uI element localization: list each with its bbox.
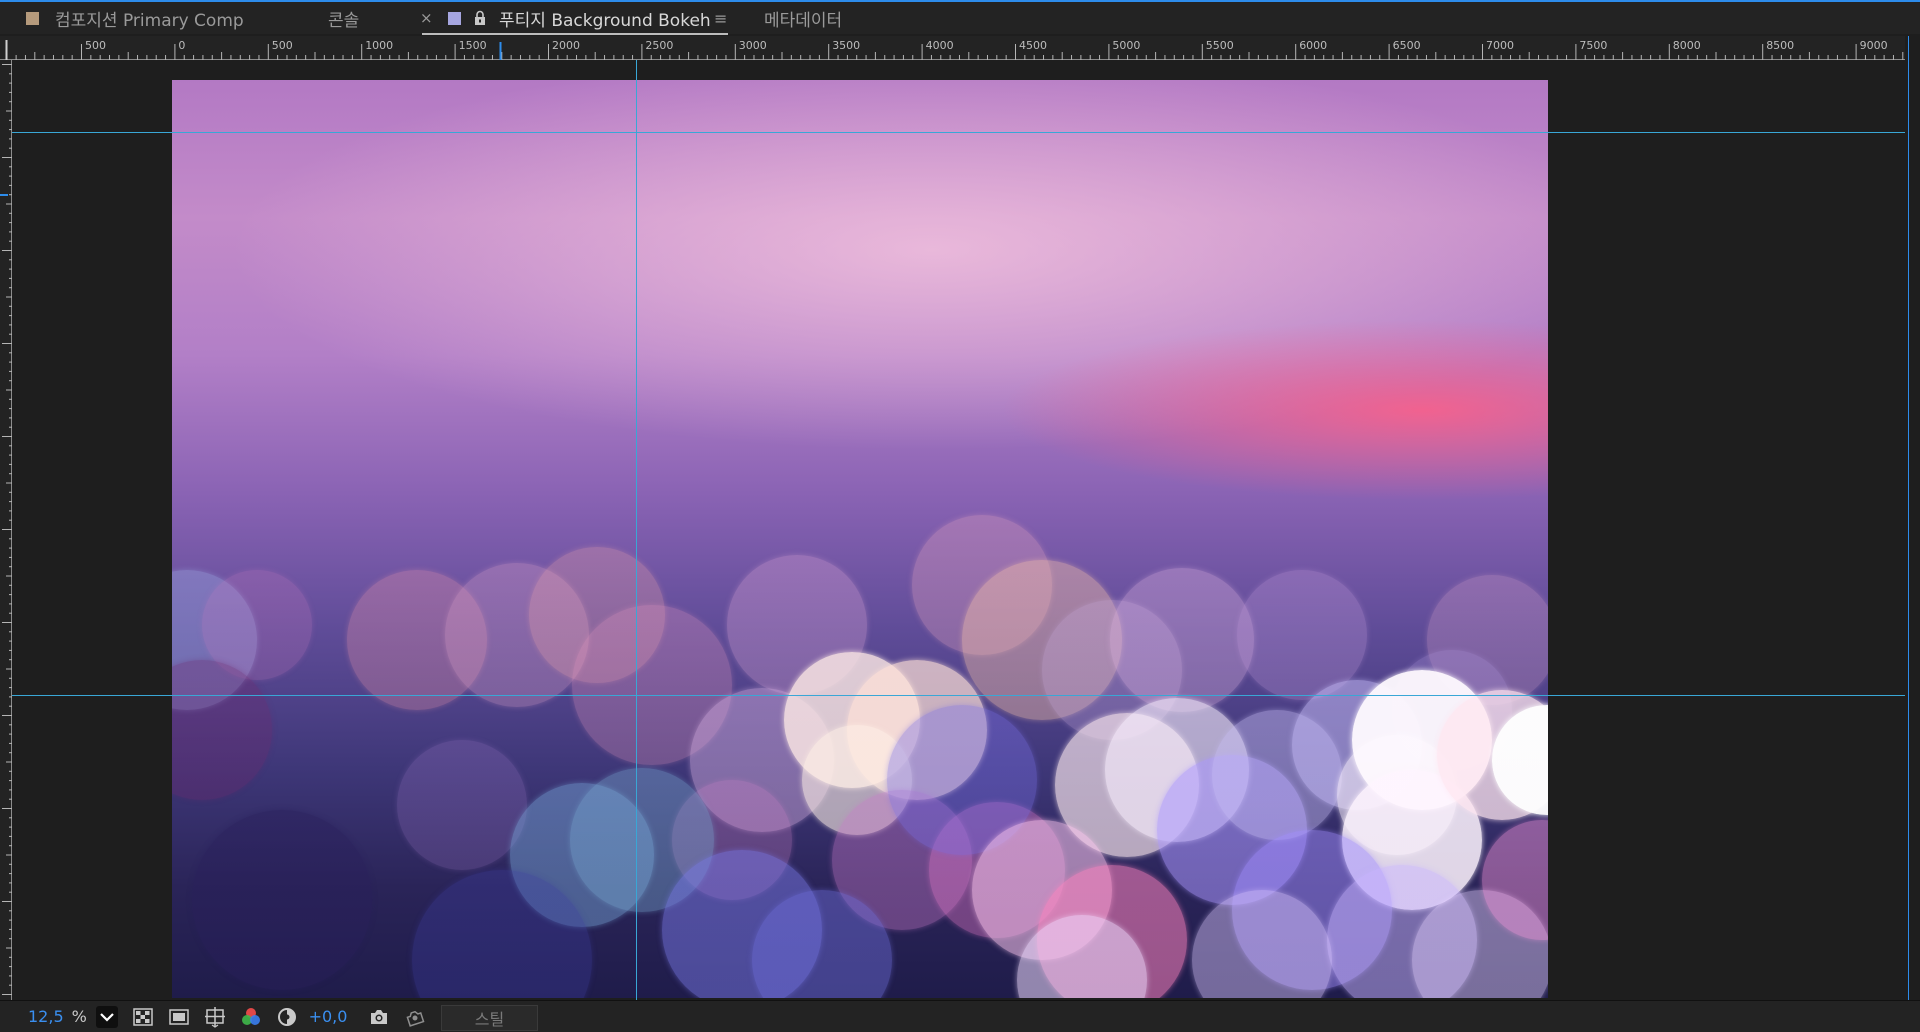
footage-color-swatch (448, 11, 461, 25)
ruler-label: 8500 (1766, 39, 1794, 52)
still-label: 스틸 (474, 1010, 505, 1029)
zoom-control[interactable]: 12,5 % (28, 1001, 87, 1032)
bokeh-light (192, 810, 372, 990)
horizontal-ruler[interactable]: 500 0 500 1000 1500 2000 2500 3000 3500 4000 4500 5… (0, 36, 1905, 60)
ruler-label: 2500 (645, 39, 673, 52)
exposure-value[interactable]: +0,0 (309, 1007, 348, 1026)
ruler-label: 5000 (1112, 39, 1140, 52)
ruler-label: 3000 (739, 39, 767, 52)
ruler-label: 0 (178, 39, 185, 52)
zoom-value[interactable]: 12,5 (28, 1007, 64, 1026)
tab-footage-background-bokeh[interactable]: 푸티지 Background Bokeh (448, 2, 711, 34)
ruler-label: 2000 (552, 39, 580, 52)
panel-menu-button[interactable]: ≡ (714, 2, 727, 34)
scroll-track (1908, 36, 1909, 1000)
bokeh-light (397, 740, 527, 870)
ruler-label: 4500 (1019, 39, 1047, 52)
tab-footage-label: 푸티지 Background Bokeh (499, 10, 711, 31)
grid-guides-button[interactable] (202, 1001, 228, 1032)
ruler-label: 7500 (1579, 39, 1607, 52)
camera-icon (368, 1006, 390, 1028)
reset-exposure-icon (276, 1006, 298, 1028)
grid-icon (204, 1006, 226, 1028)
viewer-right-scrollbar[interactable] (1905, 36, 1920, 1000)
tab-primary-comp[interactable]: 컴포지션 Primary Comp (26, 2, 244, 34)
transparency-grid-button[interactable] (130, 1001, 156, 1032)
bokeh-light (172, 660, 272, 800)
tab-metadata-label: 메타데이터 (764, 10, 843, 31)
footage-viewer[interactable] (12, 60, 1905, 1000)
ruler-label: 5500 (1206, 39, 1234, 52)
ruler-label: 1500 (459, 39, 487, 52)
show-snapshot-button[interactable] (402, 1001, 428, 1032)
lock-icon[interactable] (473, 10, 487, 26)
ruler-label: 4000 (926, 39, 954, 52)
ruler-label: 6000 (1299, 39, 1327, 52)
footage-image-background-bokeh (172, 80, 1548, 998)
tab-primary-comp-label: 컴포지션 Primary Comp (55, 10, 244, 31)
chevron-down-icon (96, 1005, 118, 1028)
close-icon: × (420, 9, 433, 27)
ruler-label: 9000 (1860, 39, 1888, 52)
ruler-label: 500 (272, 39, 293, 52)
guide-vertical[interactable] (636, 60, 637, 1000)
show-channel-button[interactable] (238, 1001, 264, 1032)
guide-horizontal-top[interactable] (12, 132, 1905, 133)
tab-metadata[interactable]: 메타데이터 (764, 2, 842, 34)
ruler-label: 7000 (1486, 39, 1514, 52)
guide-horizontal-bottom[interactable] (12, 695, 1905, 696)
ruler-label: 3500 (832, 39, 860, 52)
comp-color-swatch (26, 11, 39, 25)
active-tab-underline (422, 33, 728, 35)
panel-tab-bar: 컴포지션 Primary Comp 콘솔 × 푸티지 Background Bo… (0, 2, 1920, 35)
tab-console-label: 콘솔 (328, 10, 360, 31)
tab-close-button[interactable]: × (420, 2, 433, 34)
tab-console[interactable]: 콘솔 (328, 2, 359, 34)
exposure-control[interactable]: +0,0 (308, 1001, 348, 1032)
ruler-label: 8000 (1673, 39, 1701, 52)
ruler-label: 6500 (1393, 39, 1421, 52)
menu-icon: ≡ (714, 8, 728, 28)
checkerboard-icon (132, 1006, 154, 1028)
take-snapshot-button[interactable] (366, 1001, 392, 1032)
ruler-label: 500 (85, 39, 106, 52)
still-footage-button[interactable]: 스틸 (441, 1005, 538, 1031)
color-channels-icon (240, 1006, 262, 1028)
mask-visibility-button[interactable] (166, 1001, 192, 1032)
zoom-unit: % (71, 1007, 87, 1026)
show-snapshot-icon (404, 1006, 426, 1028)
vertical-ruler[interactable] (0, 60, 12, 1000)
reset-exposure-button[interactable] (274, 1001, 300, 1032)
viewer-footer-toolbar: 12,5 % +0,0 스틸 (0, 1000, 1920, 1032)
mask-icon (168, 1006, 190, 1028)
magnification-dropdown[interactable] (94, 1001, 120, 1032)
bokeh-light (1110, 568, 1254, 712)
ruler-label: 1000 (365, 39, 393, 52)
